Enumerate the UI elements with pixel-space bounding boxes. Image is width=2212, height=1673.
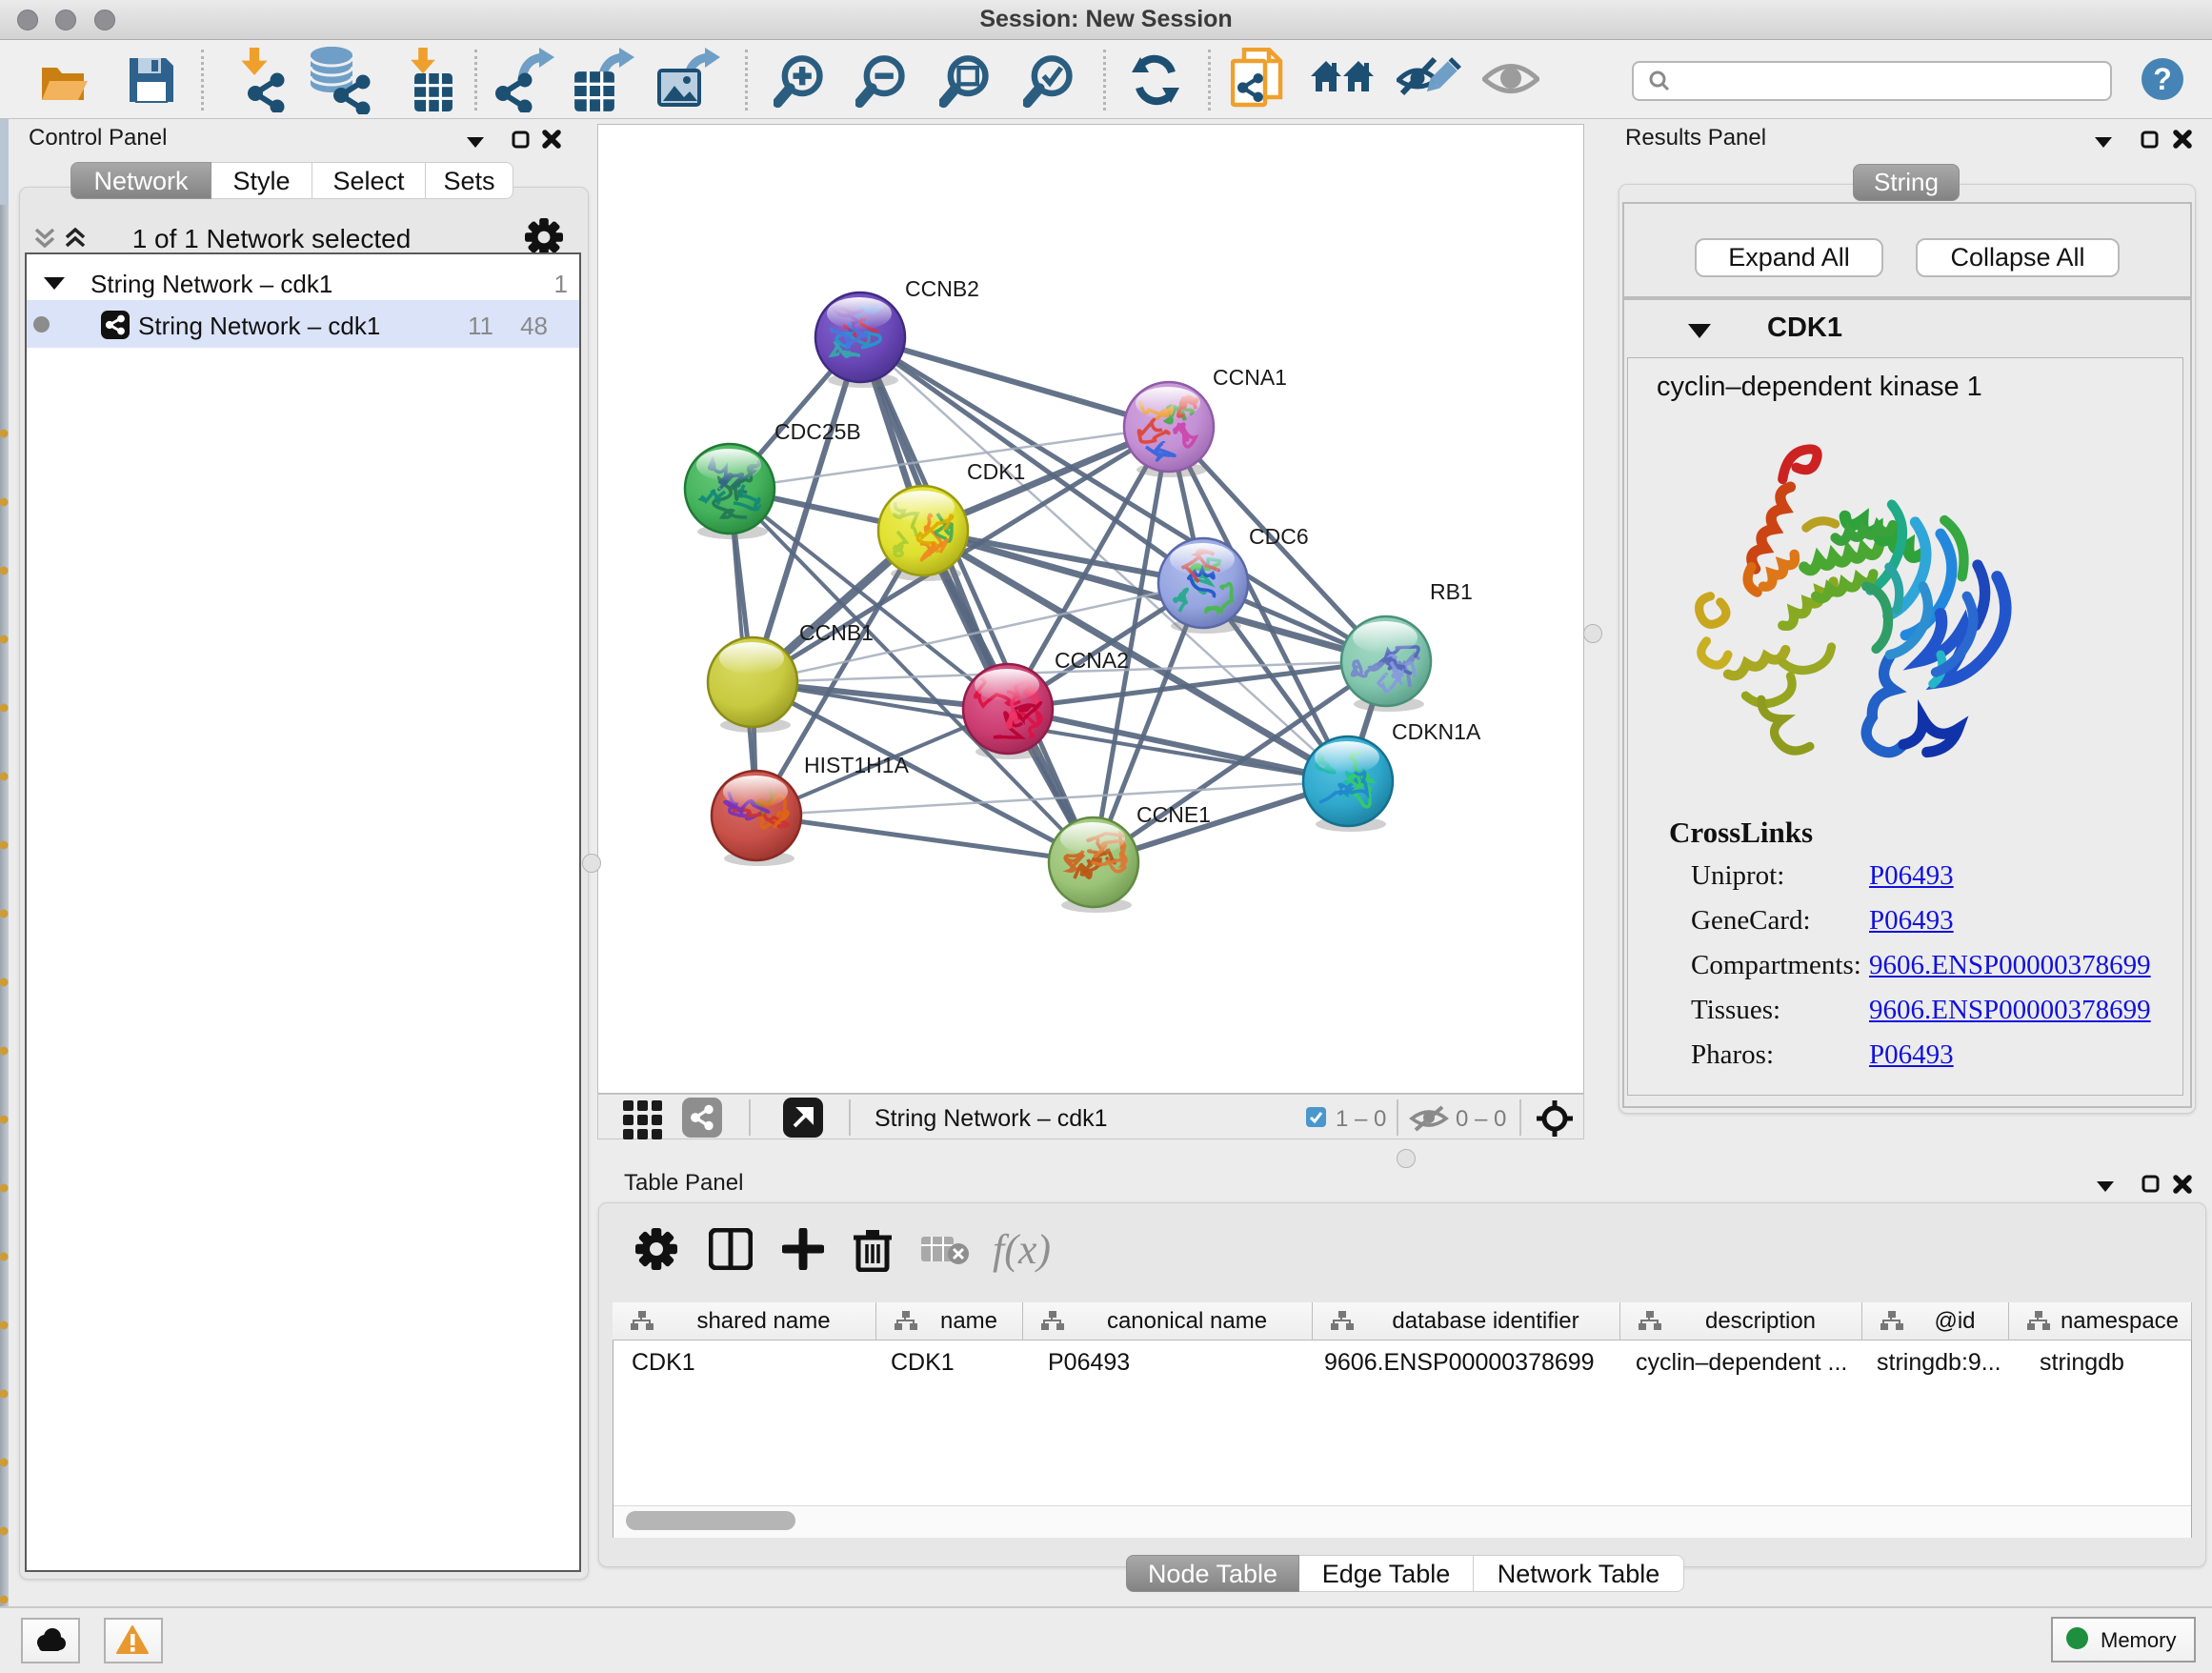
svg-text:CDC6: CDC6 [1249, 524, 1309, 549]
svg-text:CDK1: CDK1 [967, 459, 1025, 484]
svg-text:CDC25B: CDC25B [774, 419, 861, 444]
svg-text:CCNB2: CCNB2 [905, 276, 979, 301]
svg-text:CDKN1A: CDKN1A [1392, 719, 1481, 744]
svg-text:CCNE1: CCNE1 [1136, 802, 1211, 827]
svg-text:CCNB1: CCNB1 [799, 620, 874, 645]
svg-text:CCNA1: CCNA1 [1213, 365, 1287, 390]
svg-text:CCNA2: CCNA2 [1055, 648, 1129, 673]
svg-text:HIST1H1A: HIST1H1A [804, 753, 910, 777]
svg-text:RB1: RB1 [1430, 579, 1473, 604]
